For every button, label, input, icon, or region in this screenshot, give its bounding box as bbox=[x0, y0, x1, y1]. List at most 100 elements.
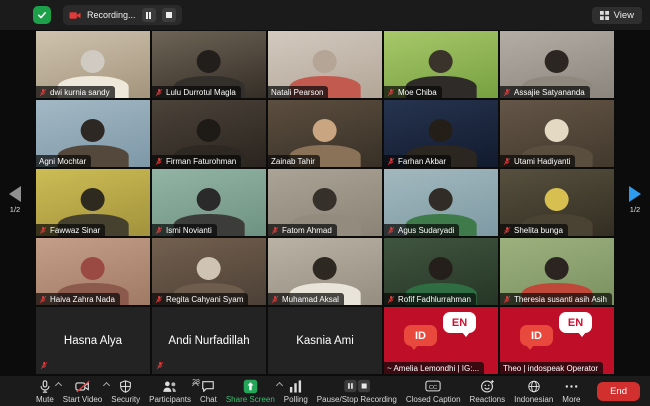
next-page-arrow[interactable]: 1/2 bbox=[629, 186, 641, 214]
muted-mic-icon bbox=[39, 226, 47, 235]
more-dots-icon bbox=[564, 379, 579, 394]
participant-name-label: Regita Cahyani Syam bbox=[152, 293, 248, 305]
toolbar-start-video-button[interactable]: Start Video bbox=[63, 379, 102, 404]
muted-mic-icon bbox=[271, 226, 279, 235]
participant-name-label: Agus Sudaryadi bbox=[384, 224, 459, 236]
interpreter-en-bubble: EN bbox=[559, 312, 592, 333]
toolbar-participants-button[interactable]: 28Participants bbox=[149, 379, 191, 404]
muted-mic-icon bbox=[39, 295, 47, 304]
muted-mic-icon bbox=[503, 226, 511, 235]
participant-tile[interactable]: Utami Hadiyanti bbox=[500, 100, 614, 167]
participant-name-label: Ismi Novianti bbox=[152, 224, 217, 236]
participant-tile[interactable]: Farhan Akbar bbox=[384, 100, 498, 167]
toolbar-items: Mute Start Video Security 28Participants Cha… bbox=[36, 379, 581, 404]
participant-name-label: Muhamad Aksal bbox=[268, 293, 344, 305]
participant-tile[interactable]: Agus Sudaryadi bbox=[384, 169, 498, 236]
chevron-up-icon[interactable] bbox=[103, 381, 110, 388]
toolbar-item-label: Mute bbox=[36, 395, 54, 404]
view-button[interactable]: View bbox=[592, 7, 642, 24]
toolbar-pause-stop-recording-button[interactable]: Pause/Stop Recording bbox=[317, 379, 397, 404]
participant-tile[interactable]: Muhamad Aksal bbox=[268, 238, 382, 305]
participant-tile[interactable]: Shelita bunga bbox=[500, 169, 614, 236]
participant-tile[interactable]: Natali Pearson bbox=[268, 31, 382, 98]
toolbar-closed-caption-button[interactable]: CCClosed Caption bbox=[406, 379, 461, 404]
toolbar-share-screen-button[interactable]: Share Screen bbox=[226, 379, 275, 404]
participant-name-label: Firman Faturohman bbox=[152, 155, 241, 167]
interpretation-globe-icon bbox=[527, 379, 541, 394]
chevron-up-icon[interactable] bbox=[55, 381, 62, 388]
previous-page-arrow[interactable]: 1/2 bbox=[9, 186, 21, 214]
toolbar-item-label: Reactions bbox=[470, 395, 506, 404]
participant-tile[interactable]: dwi kurnia sandy bbox=[36, 31, 150, 98]
muted-mic-icon bbox=[155, 226, 163, 235]
toolbar-reactions-button[interactable]: Reactions bbox=[470, 379, 506, 404]
participant-name-label: Assajie Satyananda bbox=[500, 86, 590, 98]
participant-name-label: Utami Hadiyanti bbox=[500, 155, 575, 167]
muted-mic-icon bbox=[155, 157, 163, 166]
interpreter-id-bubble: ID bbox=[520, 325, 553, 346]
participant-name-label: Theresia susanti asih Asih bbox=[500, 293, 612, 305]
view-button-label: View bbox=[614, 10, 634, 21]
participant-tile[interactable]: ENIDTheo | indospeak Operator bbox=[500, 307, 614, 374]
participant-tile[interactable]: Moe Chiba bbox=[384, 31, 498, 98]
end-meeting-button[interactable]: End bbox=[597, 382, 640, 401]
recording-indicator: Recording... bbox=[63, 5, 182, 25]
toolbar-mute-button[interactable]: Mute bbox=[36, 379, 54, 404]
participant-tile[interactable]: Rofif Fadhlurrahman bbox=[384, 238, 498, 305]
toolbar-more-button[interactable]: More bbox=[562, 379, 580, 404]
participant-tile[interactable]: Theresia susanti asih Asih bbox=[500, 238, 614, 305]
participant-tile[interactable]: Regita Cahyani Syam bbox=[152, 238, 266, 305]
participant-tile[interactable]: Kasnia Ami bbox=[268, 307, 382, 374]
participant-name-label: dwi kurnia sandy bbox=[36, 86, 115, 98]
participant-tile[interactable]: EN ID ~ Amelia Lemondhi | IG:... bbox=[384, 307, 498, 374]
closed-caption-icon: CC bbox=[425, 379, 441, 394]
muted-mic-icon bbox=[503, 157, 511, 166]
page-indicator: 1/2 bbox=[630, 205, 640, 214]
pause-recording-button[interactable] bbox=[142, 8, 156, 22]
participant-tile[interactable]: Firman Faturohman bbox=[152, 100, 266, 167]
gallery-grid-icon bbox=[600, 11, 609, 20]
participant-name-label: Fatom Ahmad bbox=[268, 224, 337, 236]
participant-tile[interactable]: Lulu Durrotul Magla bbox=[152, 31, 266, 98]
participants-icon bbox=[162, 379, 178, 394]
participant-tile[interactable]: Zainab Tahir bbox=[268, 100, 382, 167]
participant-name-label: Natali Pearson bbox=[268, 86, 328, 98]
participant-tile[interactable]: Hasna Alya bbox=[36, 307, 150, 374]
muted-mic-icon bbox=[387, 157, 395, 166]
interpreter-id-bubble: ID bbox=[404, 325, 437, 346]
participant-tile[interactable]: Haiva Zahra Nada bbox=[36, 238, 150, 305]
participant-tile[interactable]: Ismi Novianti bbox=[152, 169, 266, 236]
toolbar-security-button[interactable]: Security bbox=[111, 379, 140, 404]
toolbar-polling-button[interactable]: Polling bbox=[284, 379, 308, 404]
muted-mic-icon bbox=[271, 295, 279, 304]
participant-tile[interactable]: Andi Nurfadillah bbox=[152, 307, 266, 374]
participant-name-label: Zainab Tahir bbox=[268, 155, 320, 167]
muted-mic-icon bbox=[155, 295, 163, 304]
participant-name: Hasna Alya bbox=[36, 307, 150, 374]
stop-recording-button[interactable] bbox=[162, 8, 176, 22]
participant-tile[interactable]: Agni Mochtar bbox=[36, 100, 150, 167]
security-shield-icon bbox=[119, 379, 132, 394]
encryption-shield-icon[interactable] bbox=[33, 6, 51, 24]
toolbar-item-label: Pause/Stop Recording bbox=[317, 395, 397, 404]
participant-name-label: Farhan Akbar bbox=[384, 155, 451, 167]
chevron-up-icon[interactable] bbox=[276, 381, 283, 388]
muted-mic-icon bbox=[503, 88, 511, 97]
toolbar-item-label: Start Video bbox=[63, 395, 102, 404]
svg-text:CC: CC bbox=[429, 385, 437, 391]
participant-name-label: ~ Amelia Lemondhi | IG:... bbox=[384, 362, 484, 374]
toolbar-chat-button[interactable]: Chat bbox=[200, 379, 217, 404]
muted-mic-icon bbox=[39, 88, 47, 97]
chat-bubble-icon bbox=[201, 379, 215, 394]
reactions-smiley-icon bbox=[480, 379, 495, 394]
participant-name-label: Lulu Durrotul Magla bbox=[152, 86, 241, 98]
participant-tile[interactable]: Assajie Satyananda bbox=[500, 31, 614, 98]
camera-off-icon bbox=[75, 379, 91, 394]
toolbar-indonesian-button[interactable]: Indonesian bbox=[514, 379, 553, 404]
muted-mic-icon bbox=[40, 361, 48, 370]
recording-camera-icon bbox=[69, 11, 81, 20]
participant-grid: dwi kurnia sandy Lulu Durrotul Magla Natal… bbox=[36, 31, 614, 374]
participant-tile[interactable]: Fatom Ahmad bbox=[268, 169, 382, 236]
participant-tile[interactable]: Fawwaz Sinar bbox=[36, 169, 150, 236]
interpreter-en-bubble: EN bbox=[443, 312, 476, 333]
